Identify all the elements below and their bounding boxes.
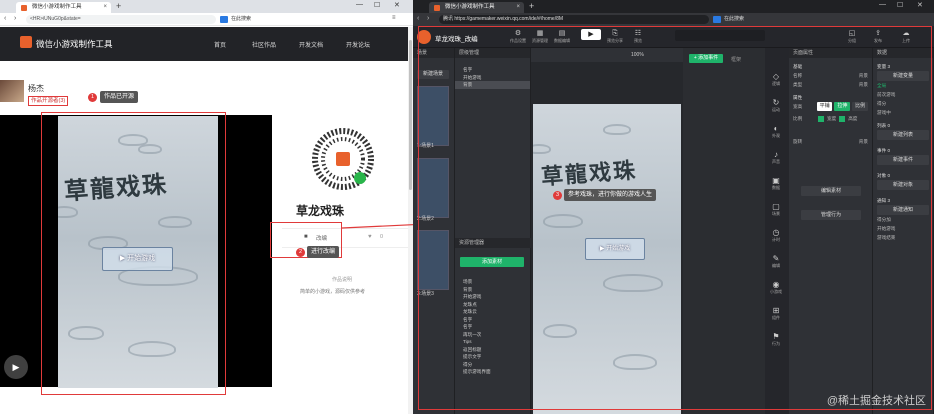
site-favicon-icon [21, 5, 27, 11]
minimize-icon[interactable]: — [879, 1, 886, 8]
highlight-box-editor [418, 26, 932, 410]
browser-tab[interactable]: 微信小游戏制作工具 × [16, 2, 111, 13]
close-window-icon[interactable]: ✕ [394, 1, 400, 9]
section-title: 作品说明 [332, 277, 353, 283]
author-avatar[interactable] [0, 80, 24, 102]
minimize-icon[interactable]: — [356, 1, 363, 8]
search-text: 在此搜索 [724, 16, 745, 22]
site-logo-icon [20, 36, 32, 48]
tab-title: 微信小游戏制作工具 [445, 4, 495, 10]
menu-home[interactable]: 首页 [214, 40, 226, 49]
tab-title: 微信小游戏制作工具 [32, 4, 82, 10]
menu-icon[interactable]: ≡ [392, 15, 396, 21]
highlight-box-game [41, 112, 226, 395]
address-bar: ‹ › <HR>iUNuG0p&state= 在此搜索 ≡ [0, 13, 413, 26]
back-icon[interactable]: ‹ [4, 15, 6, 22]
maximize-icon[interactable]: ☐ [897, 1, 903, 9]
forward-icon[interactable]: › [14, 15, 16, 22]
maximize-icon[interactable]: ☐ [374, 1, 380, 9]
callout-remix: 进行改编 [307, 246, 340, 258]
author-name[interactable]: 杨杰 [28, 83, 44, 94]
callout-number-2: 2 [296, 248, 305, 257]
forward-icon[interactable]: › [427, 15, 429, 22]
close-tab-icon[interactable]: × [516, 2, 520, 13]
url-field[interactable]: <HR>iUNuG0p&state= [26, 15, 216, 24]
author-tag: 作品开源者(3) [28, 96, 69, 106]
like-count: 0 [380, 234, 384, 240]
new-tab-icon[interactable]: + [116, 1, 121, 12]
site-title[interactable]: 微信小游戏制作工具 [36, 38, 113, 50]
close-window-icon[interactable]: ✕ [917, 1, 923, 9]
callout-open-source: 作品已开源 [100, 91, 139, 103]
search-box[interactable]: 在此搜索 [713, 15, 833, 24]
callout-number-1: 1 [88, 93, 97, 102]
search-engine-icon [220, 16, 228, 23]
close-tab-icon[interactable]: × [103, 2, 107, 13]
search-box[interactable]: 在此搜索 [220, 15, 340, 24]
like-icon[interactable]: ♥ [368, 234, 372, 240]
search-engine-icon [713, 16, 721, 23]
site-favicon-icon [434, 5, 440, 11]
search-text: 在此搜索 [231, 16, 252, 22]
qr-code [312, 128, 374, 190]
menu-docs[interactable]: 开发文档 [299, 40, 323, 49]
browser-tab[interactable]: 微信小游戏制作工具 × [429, 2, 524, 13]
menu-forum[interactable]: 开发论坛 [346, 40, 370, 49]
address-bar: ‹ › 腾讯 https://gamemaker.weixin.qq.com/i… [413, 13, 934, 26]
description-text: 简单的小游戏，源码仅供参考 [300, 289, 366, 295]
watermark: @稀土掘金技术社区 [826, 395, 926, 407]
url-field[interactable]: 腾讯 https://gamemaker.weixin.qq.com/ide/#… [439, 15, 709, 24]
left-browser-window: 微信小游戏制作工具 × + — ☐ ✕ ‹ › <HR>iUNuG0p&stat… [0, 0, 413, 414]
new-tab-icon[interactable]: + [529, 1, 534, 12]
tab-bar: 微信小游戏制作工具 × + — ☐ ✕ [0, 0, 413, 13]
game-name: 草龙戏珠 [296, 204, 345, 218]
back-icon[interactable]: ‹ [417, 15, 419, 22]
menu-community[interactable]: 社区作品 [252, 40, 276, 49]
play-button-icon[interactable]: ▶ [4, 355, 28, 379]
tab-bar: 微信小游戏制作工具 × + — ☐ ✕ [413, 0, 934, 13]
scrollbar-thumb[interactable] [409, 40, 412, 190]
